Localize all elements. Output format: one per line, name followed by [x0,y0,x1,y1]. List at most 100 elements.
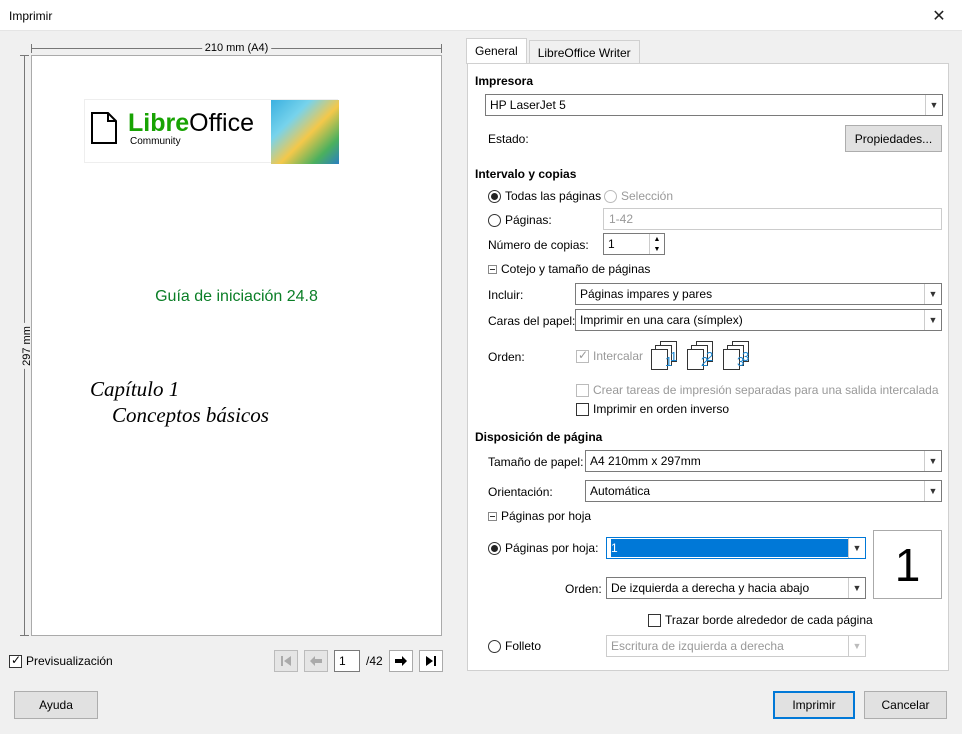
chevron-down-icon: ▼ [848,636,865,656]
cover-illustration [271,100,339,164]
next-page-icon[interactable] [388,650,413,672]
pages-range-input[interactable]: 1-42 [603,208,942,230]
layout-section-title: Disposición de página [475,430,603,444]
height-ruler: 297 mm [18,55,33,636]
sides-label: Caras del papel: [488,314,576,328]
pages-option[interactable]: Páginas: [488,213,552,227]
previous-page-icon[interactable] [304,650,328,672]
chevron-down-icon: ▼ [924,481,941,501]
pages-per-sheet-select[interactable]: 1 ▼ [606,537,866,559]
window-title: Imprimir [9,9,53,23]
brochure-option[interactable]: Folleto [488,639,541,653]
pages-radio[interactable] [488,213,501,227]
cancel-button[interactable]: Cancelar [864,691,947,719]
separate-jobs-option: Crear tareas de impresión separadas para… [576,383,939,397]
separate-jobs-label: Crear tareas de impresión separadas para… [593,383,939,397]
include-select[interactable]: Páginas impares y pares ▼ [575,283,942,305]
layout-order-value: De izquierda a derecha y hacia abajo [611,581,810,595]
chevron-down-icon: ▼ [924,451,941,471]
printer-select[interactable]: HP LaserJet 5 ▼ [485,94,943,116]
spin-up-icon[interactable]: ▲ [650,234,664,244]
page-navigator: 1 /42 [274,650,443,672]
include-label: Incluir: [488,288,524,302]
reverse-order-label: Imprimir en orden inverso [593,402,730,416]
tab-libreoffice-writer[interactable]: LibreOffice Writer [528,40,640,64]
page-border-option[interactable]: Trazar borde alrededor de cada página [648,613,873,627]
collapse-icon[interactable] [488,511,497,521]
paper-size-select[interactable]: A4 210mm x 297mm ▼ [585,450,942,472]
spin-down-icon[interactable]: ▼ [650,244,664,254]
print-button[interactable]: Imprimir [773,691,855,719]
paper-size-label: Tamaño de papel: [488,455,584,469]
brochure-radio[interactable] [488,639,501,653]
page-stack-1-icon: 11 [651,341,683,371]
collate-checkbox [576,348,589,363]
chevron-down-icon: ▼ [848,578,865,598]
chevron-down-icon: ▼ [924,310,941,330]
collate-group-header[interactable]: Cotejo y tamaño de páginas [488,262,650,276]
all-pages-label: Todas las páginas [505,189,602,203]
width-ruler: 210 mm (A4) [31,42,442,54]
page-border-checkbox[interactable] [648,613,661,627]
selection-label: Selección [621,189,674,203]
pages-per-sheet-value: 1 [611,539,848,557]
copies-stepper[interactable]: 1 ▲ ▼ [603,233,665,255]
selection-option: Selección [604,189,673,203]
brand-name: LibreOffice [128,109,254,137]
brochure-select: Escritura de izquierda a derecha ▼ [606,635,866,657]
range-section-title: Intervalo y copias [475,167,577,181]
tab-general[interactable]: General [466,38,527,64]
all-pages-option[interactable]: Todas las páginas [488,189,601,203]
reverse-order-checkbox[interactable] [576,402,589,416]
first-page-icon[interactable] [274,650,298,672]
preview-checkbox[interactable] [9,653,22,668]
reverse-order-option[interactable]: Imprimir en orden inverso [576,402,729,416]
paper-size-value: A4 210mm x 297mm [590,454,701,468]
collate-label: Intercalar [593,349,644,363]
close-icon[interactable]: ✕ [916,0,962,31]
collate-group-label: Cotejo y tamaño de páginas [501,262,651,276]
page-count: /42 [366,654,383,668]
copies-value: 1 [608,237,615,251]
preview-label: Previsualización [26,654,113,668]
pages-per-sheet-group-header[interactable]: Páginas por hoja [488,509,591,523]
selection-radio [604,189,617,203]
preview-toggle[interactable]: Previsualización [9,653,113,668]
sides-value: Imprimir en una cara (símplex) [580,313,743,327]
document-icon [91,112,117,144]
guide-title: Guía de iniciación 24.8 [155,288,318,305]
page-stack-2-icon: 22 [687,341,719,371]
layout-order-label: Orden: [565,582,602,596]
pages-per-sheet-radio[interactable] [488,541,501,555]
orientation-value: Automática [590,484,651,498]
include-value: Páginas impares y pares [580,287,713,301]
orientation-select[interactable]: Automática ▼ [585,480,942,502]
chevron-down-icon: ▼ [924,284,941,304]
order-label: Orden: [488,350,525,364]
pages-per-sheet-group-label: Páginas por hoja [501,509,592,523]
pages-per-sheet-preview: 1 [873,530,942,599]
printer-value: HP LaserJet 5 [490,98,566,112]
brochure-value: Escritura de izquierda a derecha [611,639,784,653]
tab-bar: General LibreOffice Writer [466,38,640,64]
layout-order-select[interactable]: De izquierda a derecha y hacia abajo ▼ [606,577,866,599]
pages-per-sheet-option[interactable]: Páginas por hoja: [488,541,598,555]
last-page-icon[interactable] [418,650,443,672]
pages-label: Páginas: [505,213,552,227]
pages-per-sheet-label: Páginas por hoja: [505,541,599,555]
sides-select[interactable]: Imprimir en una cara (símplex) ▼ [575,309,942,331]
help-button[interactable]: Ayuda [14,691,98,719]
collapse-icon[interactable] [488,264,497,274]
collate-illustration: 11 22 33 [651,341,755,371]
properties-button[interactable]: Propiedades... [845,125,942,152]
chevron-down-icon: ▼ [848,538,865,558]
printer-section-title: Impresora [475,74,534,88]
width-label: 210 mm (A4) [201,42,272,54]
page-number-input[interactable]: 1 [334,650,360,672]
page-stack-3-icon: 33 [723,341,755,371]
all-pages-radio[interactable] [488,189,501,203]
chapter-number: Capítulo 1 [90,377,180,401]
separate-jobs-checkbox [576,383,589,397]
brochure-label: Folleto [505,639,542,653]
collate-option: Intercalar [576,348,644,363]
